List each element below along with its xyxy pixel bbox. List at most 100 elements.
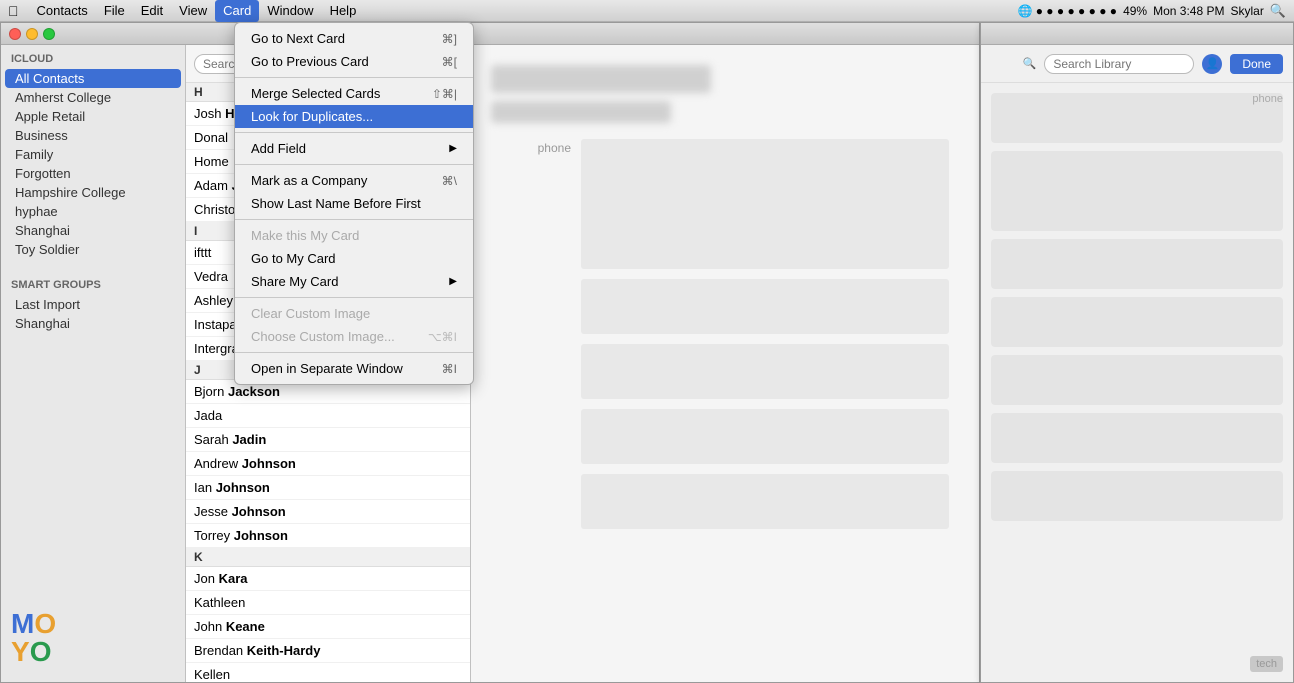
contact-section-header-K: K — [186, 548, 470, 567]
menu-item-look-duplicates[interactable]: Look for Duplicates... — [235, 105, 473, 128]
apple-menu[interactable]:  — [8, 3, 19, 19]
minimize-button[interactable] — [26, 28, 38, 40]
right-panel-toolbar: 🔍 👤 Done — [981, 45, 1293, 83]
close-button[interactable] — [9, 28, 21, 40]
field-row-5 — [491, 474, 959, 529]
contact-row-jon-kara[interactable]: Jon Kara — [186, 567, 470, 591]
field-label-5 — [491, 474, 581, 476]
sidebar-item-shanghai[interactable]: Shanghai — [5, 221, 181, 240]
maximize-button[interactable] — [43, 28, 55, 40]
rp-item-4 — [991, 297, 1283, 347]
phone-label-right: phone — [1252, 93, 1283, 105]
field-row-4 — [491, 409, 959, 464]
contact-row-andrew-johnson[interactable]: Andrew Johnson — [186, 452, 470, 476]
menu-item-label-share-my-card: Share My Card — [251, 274, 338, 289]
rp-item-5 — [991, 355, 1283, 405]
battery-status: 49% — [1123, 4, 1147, 18]
menu-item-go-next-card[interactable]: Go to Next Card ⌘] — [235, 27, 473, 50]
menu-item-open-separate-window[interactable]: Open in Separate Window ⌘I — [235, 357, 473, 380]
sidebar-item-smart-last-import[interactable]: Last Import — [5, 295, 181, 314]
contact-row-jada[interactable]: Jada — [186, 404, 470, 428]
sidebar-item-business[interactable]: Business — [5, 126, 181, 145]
menu-item-merge-cards[interactable]: Merge Selected Cards ⇧⌘| — [235, 82, 473, 105]
contact-row-torrey-johnson[interactable]: Torrey Johnson — [186, 524, 470, 548]
menu-item-label-open-separate-window: Open in Separate Window — [251, 361, 403, 376]
menu-item-label-merge-cards: Merge Selected Cards — [251, 86, 380, 101]
sidebar-item-family[interactable]: Family — [5, 145, 181, 164]
menu-arrow-icon-add-field: ▶ — [449, 143, 457, 154]
sidebar-smart-items: Last ImportShanghai — [1, 295, 185, 333]
moyo-logo: M O Y O — [1, 594, 185, 682]
sidebar-item-forgotten[interactable]: Forgotten — [5, 164, 181, 183]
menu-item-add-field[interactable]: Add Field▶ — [235, 137, 473, 160]
menu-item-go-my-card[interactable]: Go to My Card — [235, 247, 473, 270]
sidebar-item-toy-soldier[interactable]: Toy Soldier — [5, 240, 181, 259]
menu-item-go-prev-card[interactable]: Go to Previous Card⌘[ — [235, 50, 473, 73]
sidebar-item-hyphae[interactable]: hyphae — [5, 202, 181, 221]
sidebar-section-icloud: iCloud — [1, 45, 185, 69]
search-icon-right: 🔍 — [1023, 57, 1037, 70]
done-button[interactable]: Done — [1230, 54, 1283, 74]
rp-item-1 — [991, 93, 1283, 143]
menu-item-mark-company[interactable]: Mark as a Company⌘\ — [235, 169, 473, 192]
rp-item-2 — [991, 151, 1283, 231]
menubar-item-card[interactable]: Card — [215, 0, 259, 22]
menu-item-label-choose-custom-image: Choose Custom Image... — [251, 329, 395, 344]
menu-separator — [235, 352, 473, 353]
right-panel: 🔍 👤 Done tech phone — [980, 22, 1294, 683]
contact-row-kellen[interactable]: Kellen — [186, 663, 470, 682]
sidebar-smart-section: Smart Groups Last ImportShanghai — [1, 271, 185, 333]
field-label-phone: phone — [491, 139, 581, 155]
menu-bar:  ContactsFileEditViewCardWindowHelp 🌐 ●… — [0, 0, 1294, 22]
contact-row-john-keane[interactable]: John Keane — [186, 615, 470, 639]
field-label-3 — [491, 344, 581, 346]
contact-row-brendan-keith-hardy[interactable]: Brendan Keith-Hardy — [186, 639, 470, 663]
menu-separator — [235, 132, 473, 133]
menu-item-choose-custom-image: Choose Custom Image...⌥⌘I — [235, 325, 473, 348]
sidebar-item-apple-retail[interactable]: Apple Retail — [5, 107, 181, 126]
menu-item-share-my-card[interactable]: Share My Card▶ — [235, 270, 473, 293]
contact-card: phone — [471, 45, 979, 682]
app-body: iCloud All ContactsAmherst CollegeApple … — [1, 45, 979, 682]
menubar-item-window[interactable]: Window — [259, 0, 321, 22]
tech-badge: tech — [1250, 656, 1283, 672]
menu-item-show-last-name[interactable]: Show Last Name Before First — [235, 192, 473, 215]
sidebar: iCloud All ContactsAmherst CollegeApple … — [1, 45, 186, 682]
sidebar-item-hampshire-college[interactable]: Hampshire College — [5, 183, 181, 202]
contact-row-ian-johnson[interactable]: Ian Johnson — [186, 476, 470, 500]
search-icon[interactable]: 🔍 — [1270, 3, 1286, 19]
sidebar-main-items: All ContactsAmherst CollegeApple RetailB… — [1, 69, 185, 259]
menubar-right: 🌐 ● ● ● ● ● ● ● ● 49% Mon 3:48 PM Skylar… — [1017, 3, 1286, 19]
menu-item-label-go-next-card: Go to Next Card — [251, 31, 345, 46]
menu-shortcut-go-next-card: ⌘] — [442, 32, 457, 46]
menubar-item-edit[interactable]: Edit — [133, 0, 171, 22]
menubar-item-contacts[interactable]: Contacts — [29, 0, 96, 22]
field-label-2 — [491, 279, 581, 281]
search-library-input[interactable] — [1044, 54, 1194, 74]
menu-shortcut-open-separate-window: ⌘I — [442, 362, 457, 376]
clock: Mon 3:48 PM — [1153, 4, 1224, 18]
traffic-lights — [9, 28, 55, 40]
menu-shortcut-go-prev-card: ⌘[ — [442, 55, 457, 69]
sidebar-item-smart-shanghai[interactable]: Shanghai — [5, 314, 181, 333]
sidebar-item-amherst-college[interactable]: Amherst College — [5, 88, 181, 107]
menubar-item-help[interactable]: Help — [322, 0, 365, 22]
menu-separator — [235, 297, 473, 298]
menu-item-clear-custom-image: Clear Custom Image — [235, 302, 473, 325]
menubar-item-view[interactable]: View — [171, 0, 215, 22]
menu-shortcut-merge-cards: ⇧⌘| — [432, 87, 457, 101]
contact-row-kathleen[interactable]: Kathleen — [186, 591, 470, 615]
contact-row-sarah-jadin[interactable]: Sarah Jadin — [186, 428, 470, 452]
contact-row-jesse-johnson[interactable]: Jesse Johnson — [186, 500, 470, 524]
contact-name-blurred — [491, 65, 711, 93]
rp-item-3 — [991, 239, 1283, 289]
menu-item-label-clear-custom-image: Clear Custom Image — [251, 306, 370, 321]
sidebar-item-all-contacts[interactable]: All Contacts — [5, 69, 181, 88]
menubar-item-file[interactable]: File — [96, 0, 133, 22]
right-panel-body: tech phone — [981, 83, 1293, 682]
main-content: phone — [471, 45, 979, 682]
menubar-icons: 🌐 ● ● ● ● ● ● ● ● — [1017, 4, 1117, 18]
library-user-icon: 👤 — [1202, 54, 1222, 74]
rp-item-7 — [991, 471, 1283, 521]
contacts-app-window: iCloud All ContactsAmherst CollegeApple … — [0, 22, 980, 683]
